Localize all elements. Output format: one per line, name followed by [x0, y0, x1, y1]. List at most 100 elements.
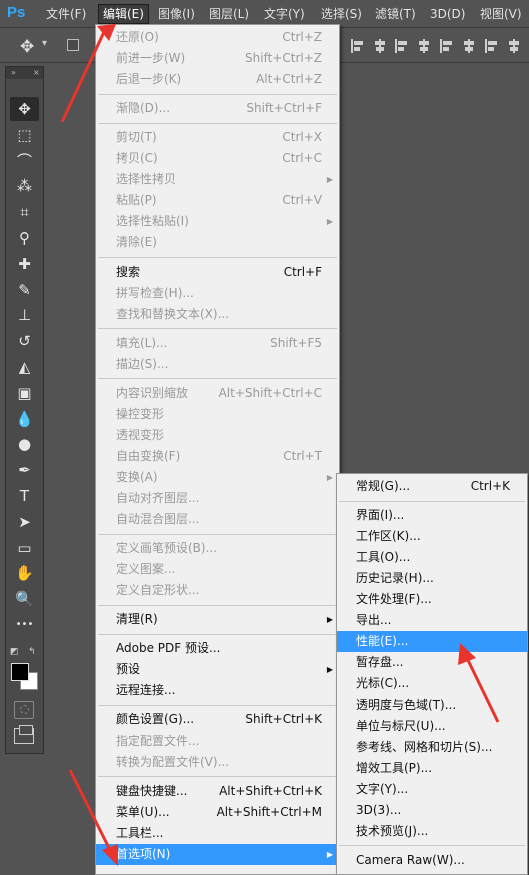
menu-item[interactable]: 预设 ▶ [96, 659, 339, 680]
menu-item[interactable]: 历史记录(H)... [337, 568, 527, 589]
menu-item[interactable]: Adobe PDF 预设... [96, 638, 339, 659]
menu-item[interactable]: 定义图案... [96, 559, 339, 580]
menu-item[interactable]: 选择性粘贴(I) ▶ [96, 211, 339, 232]
align-icon[interactable] [485, 39, 499, 53]
menu-item[interactable]: 清除(E) [96, 232, 339, 253]
menu-item[interactable]: 界面(I)... [337, 505, 527, 526]
clone-stamp-tool-icon[interactable]: ⊥ [10, 303, 39, 327]
healing-brush-tool-icon[interactable]: ✚ [10, 252, 39, 276]
menu-item[interactable]: 前进一步(W) Shift+Ctrl+Z [96, 48, 339, 69]
menu-item[interactable]: 粘贴(P) Ctrl+V [96, 190, 339, 211]
menu-item[interactable]: 文字(Y)... [337, 779, 527, 800]
zoom-tool-icon[interactable]: 🔍 [10, 587, 39, 611]
move-icon[interactable]: ✥ [20, 37, 34, 57]
menu-item[interactable]: 增效工具(P)... [337, 758, 527, 779]
align-icon[interactable] [440, 39, 454, 53]
rectangle-tool-icon[interactable]: ▭ [10, 536, 39, 560]
collapse-icon[interactable]: » [11, 67, 16, 79]
menu-item[interactable]: 后退一步(K) Alt+Ctrl+Z [96, 69, 339, 90]
menu-item[interactable]: 菜单(U)... Alt+Shift+Ctrl+M [96, 802, 339, 823]
menu-item[interactable]: 变换(A) ▶ [96, 467, 339, 488]
menu-item[interactable]: 工具(O)... [337, 547, 527, 568]
menu-item[interactable]: 远程连接... [96, 680, 339, 701]
default-colors-icon[interactable]: ◩ [10, 647, 19, 657]
more-tools-icon[interactable]: ••• [10, 613, 39, 637]
menubar-item[interactable]: 图像(I) [154, 4, 199, 24]
menu-item[interactable]: 3D(3)... [337, 800, 527, 821]
blur-tool-icon[interactable]: 💧 [10, 407, 39, 431]
menubar-item[interactable]: 视图(V) [476, 4, 526, 24]
menu-item[interactable]: 工作区(K)... [337, 526, 527, 547]
menu-item[interactable]: 选择性拷贝 ▶ [96, 169, 339, 190]
menu-item[interactable]: 拼写检查(H)... [96, 283, 339, 304]
align-icon[interactable] [373, 39, 387, 53]
align-icon[interactable] [462, 39, 476, 53]
history-brush-tool-icon[interactable]: ↺ [10, 329, 39, 353]
menubar-item[interactable]: 文件(F) [42, 4, 90, 24]
menubar-item[interactable]: 图层(L) [205, 4, 253, 24]
menu-item[interactable]: 查找和替换文本(X)... [96, 304, 339, 325]
menubar-item[interactable]: 选择(S) [317, 4, 366, 24]
lasso-tool-icon[interactable]: ⌒ [10, 149, 39, 173]
menu-item[interactable]: 定义自定形状... [96, 580, 339, 601]
brush-tool-icon[interactable]: ✎ [10, 278, 39, 302]
menu-item[interactable]: 填充(L)... Shift+F5 [96, 333, 339, 354]
menu-item[interactable]: 颜色设置(G)... Shift+Ctrl+K [96, 709, 339, 730]
menu-item[interactable]: 性能(E)... [337, 631, 527, 653]
menu-item[interactable]: 还原(O) Ctrl+Z [96, 27, 339, 48]
menu-item[interactable]: 技术预览(J)... [337, 821, 527, 842]
menu-item[interactable]: 自动对齐图层... [96, 488, 339, 509]
menu-item[interactable]: 工具栏... [96, 823, 339, 844]
move-tool-icon[interactable]: ✥ [10, 97, 39, 121]
menu-item[interactable]: 键盘快捷键... Alt+Shift+Ctrl+K [96, 781, 339, 802]
menu-item[interactable]: 常规(G)... Ctrl+K [337, 476, 527, 497]
menu-item[interactable]: 文件处理(F)... [337, 589, 527, 610]
align-icon[interactable] [395, 39, 409, 53]
menu-item[interactable]: Camera Raw(W)... [337, 850, 527, 871]
menu-item[interactable]: 透明度与色域(T)... [337, 695, 527, 716]
gradient-tool-icon[interactable]: ▣ [10, 381, 39, 405]
menubar-item[interactable]: 编辑(E) [98, 4, 149, 24]
swap-colors-icon[interactable]: ↰ [28, 647, 36, 657]
eraser-tool-icon[interactable]: ◭ [10, 355, 39, 379]
menu-item[interactable]: 指定配置文件... [96, 731, 339, 752]
chevron-down-icon[interactable]: ▾ [42, 38, 47, 49]
pen-tool-icon[interactable]: ✒ [10, 458, 39, 482]
menubar-item[interactable]: 文字(Y) [260, 4, 309, 24]
menubar-item[interactable]: 3D(D) [426, 4, 469, 24]
menu-item[interactable]: 导出... [337, 610, 527, 631]
screen-mode-icon[interactable] [14, 725, 34, 744]
crop-tool-icon[interactable]: ⌗ [10, 200, 39, 224]
menu-item[interactable]: 转换为配置文件(V)... [96, 752, 339, 773]
menu-item[interactable]: 单位与标尺(U)... [337, 716, 527, 737]
menu-item[interactable]: 定义画笔预设(B)... [96, 538, 339, 559]
menu-item[interactable]: 首选项(N) ▶ [96, 843, 339, 865]
menu-item[interactable]: 剪切(T) Ctrl+X [96, 127, 339, 148]
marquee-tool-icon[interactable]: ⬚ [10, 123, 39, 147]
dodge-tool-icon[interactable]: ● [10, 432, 39, 456]
align-icon[interactable] [351, 39, 365, 53]
align-icon[interactable] [507, 39, 521, 53]
menu-item[interactable]: 搜索 Ctrl+F [96, 262, 339, 283]
quick-mask-icon[interactable] [14, 701, 34, 719]
menu-item[interactable]: 描边(S)... [96, 354, 339, 375]
menu-item[interactable]: 自动混合图层... [96, 509, 339, 530]
hand-tool-icon[interactable]: ✋ [10, 561, 39, 585]
eyedropper-tool-icon[interactable]: ⚲ [10, 226, 39, 250]
menu-item[interactable]: 暂存盘... [337, 652, 527, 673]
menubar-item[interactable]: 滤镜(T) [371, 4, 420, 24]
auto-select-checkbox[interactable] [67, 39, 79, 51]
menu-item[interactable]: 透视变形 [96, 425, 339, 446]
foreground-color-swatch[interactable] [11, 663, 29, 681]
menu-item[interactable]: 清理(R) ▶ [96, 609, 339, 630]
menu-item[interactable]: 自由变换(F) Ctrl+T [96, 446, 339, 467]
align-icon[interactable] [417, 39, 431, 53]
menu-item[interactable]: 拷贝(C) Ctrl+C [96, 148, 339, 169]
menu-item[interactable]: 光标(C)... [337, 673, 527, 694]
magic-wand-tool-icon[interactable]: ⁂ [10, 174, 39, 198]
menu-item[interactable]: 参考线、网格和切片(S)... [337, 737, 527, 758]
menu-item[interactable]: 内容识别缩放 Alt+Shift+Ctrl+C [96, 383, 339, 404]
type-tool-icon[interactable]: T [10, 484, 39, 508]
path-selection-tool-icon[interactable]: ➤ [10, 510, 39, 534]
menu-item[interactable]: 渐隐(D)... Shift+Ctrl+F [96, 98, 339, 119]
